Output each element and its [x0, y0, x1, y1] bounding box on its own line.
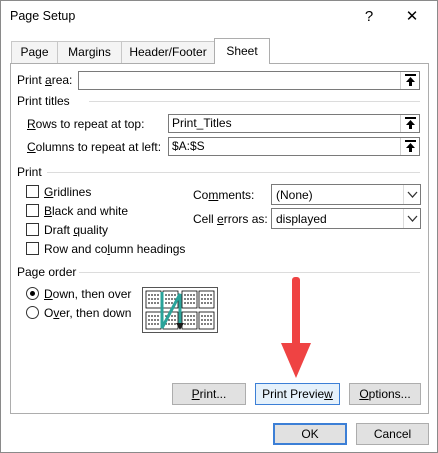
cell-errors-value: displayed [276, 212, 327, 226]
print-titles-heading: Print titles [17, 94, 70, 108]
section-divider [47, 172, 420, 173]
black-and-white-checkbox[interactable] [26, 204, 39, 217]
page-order-preview-image [142, 287, 218, 333]
print-preview-button[interactable]: Print Preview [255, 383, 340, 405]
down-then-over-label: Down, then over [44, 287, 132, 301]
comments-select[interactable]: (None) [271, 184, 421, 205]
cell-errors-select[interactable]: displayed [271, 208, 421, 229]
collapse-dialog-icon[interactable] [400, 138, 419, 155]
draft-quality-label: Draft quality [44, 223, 109, 237]
annotation-arrow-icon [281, 277, 311, 378]
page-setup-dialog: Page Setup ? ✕ Page Margins Header/Foote… [0, 0, 438, 453]
columns-to-repeat-input[interactable]: $A:$S [168, 137, 420, 156]
chevron-down-icon[interactable] [403, 209, 420, 228]
section-divider [89, 101, 420, 102]
tab-header-footer[interactable]: Header/Footer [121, 41, 215, 63]
over-then-down-radio[interactable] [26, 306, 39, 319]
tab-margins[interactable]: Margins [57, 41, 122, 63]
rows-to-repeat-input[interactable]: Print_Titles [168, 114, 420, 133]
options-button[interactable]: Options... [349, 383, 421, 405]
section-divider [79, 272, 420, 273]
close-button[interactable]: ✕ [397, 5, 427, 29]
row-column-headings-label: Row and column headings [44, 242, 186, 256]
print-button[interactable]: Print... [172, 383, 246, 405]
rows-to-repeat-label: Rows to repeat at top: [27, 117, 145, 131]
title-bar: Page Setup ? ✕ [1, 1, 437, 34]
print-heading: Print [17, 165, 42, 179]
help-button[interactable]: ? [357, 5, 381, 29]
cell-errors-label: Cell errors as: [193, 212, 268, 226]
print-area-label: Print area: [17, 73, 73, 87]
tab-sheet[interactable]: Sheet [214, 38, 270, 64]
print-area-input[interactable] [78, 71, 420, 90]
cancel-button[interactable]: Cancel [356, 423, 429, 445]
row-column-headings-checkbox[interactable] [26, 242, 39, 255]
comments-value: (None) [276, 188, 313, 202]
collapse-dialog-icon[interactable] [400, 115, 419, 132]
over-then-down-label: Over, then down [44, 306, 132, 320]
chevron-down-icon[interactable] [403, 185, 420, 204]
columns-to-repeat-label: Columns to repeat at left: [27, 140, 162, 154]
ok-button[interactable]: OK [273, 423, 347, 445]
black-and-white-label: Black and white [44, 204, 129, 218]
gridlines-checkbox[interactable] [26, 185, 39, 198]
dialog-title: Page Setup [10, 9, 76, 23]
page-order-heading: Page order [17, 265, 77, 279]
comments-label: Comments: [193, 188, 255, 202]
down-then-over-radio[interactable] [26, 287, 39, 300]
collapse-dialog-icon[interactable] [400, 72, 419, 89]
draft-quality-checkbox[interactable] [26, 223, 39, 236]
gridlines-label: Gridlines [44, 185, 92, 199]
tab-page[interactable]: Page [11, 41, 58, 63]
